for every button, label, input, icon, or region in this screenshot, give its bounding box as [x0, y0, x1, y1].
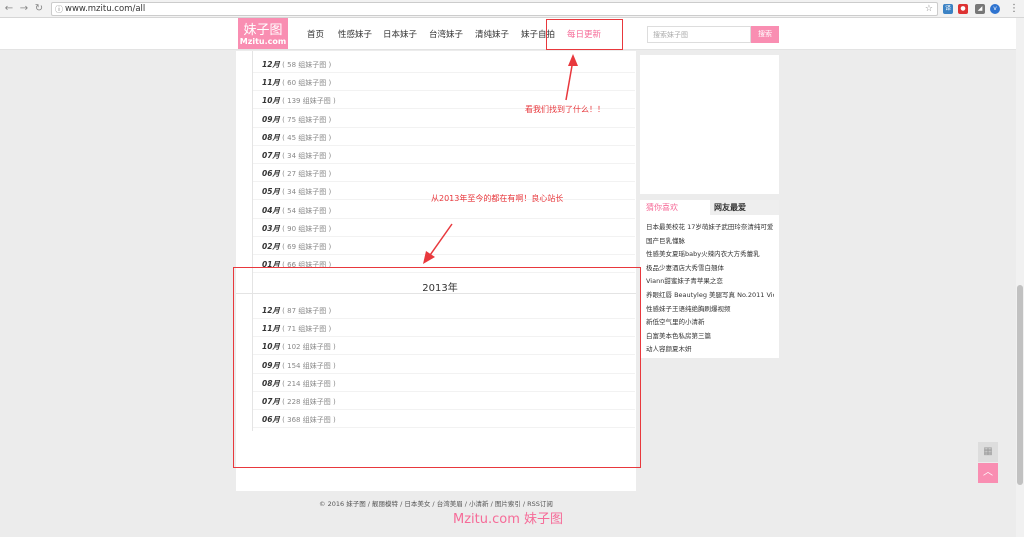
arrow-head-top — [568, 54, 578, 66]
arrow-line-middle — [427, 223, 453, 259]
arrow-head-middle — [423, 251, 435, 264]
annotation-arrows — [423, 54, 578, 264]
